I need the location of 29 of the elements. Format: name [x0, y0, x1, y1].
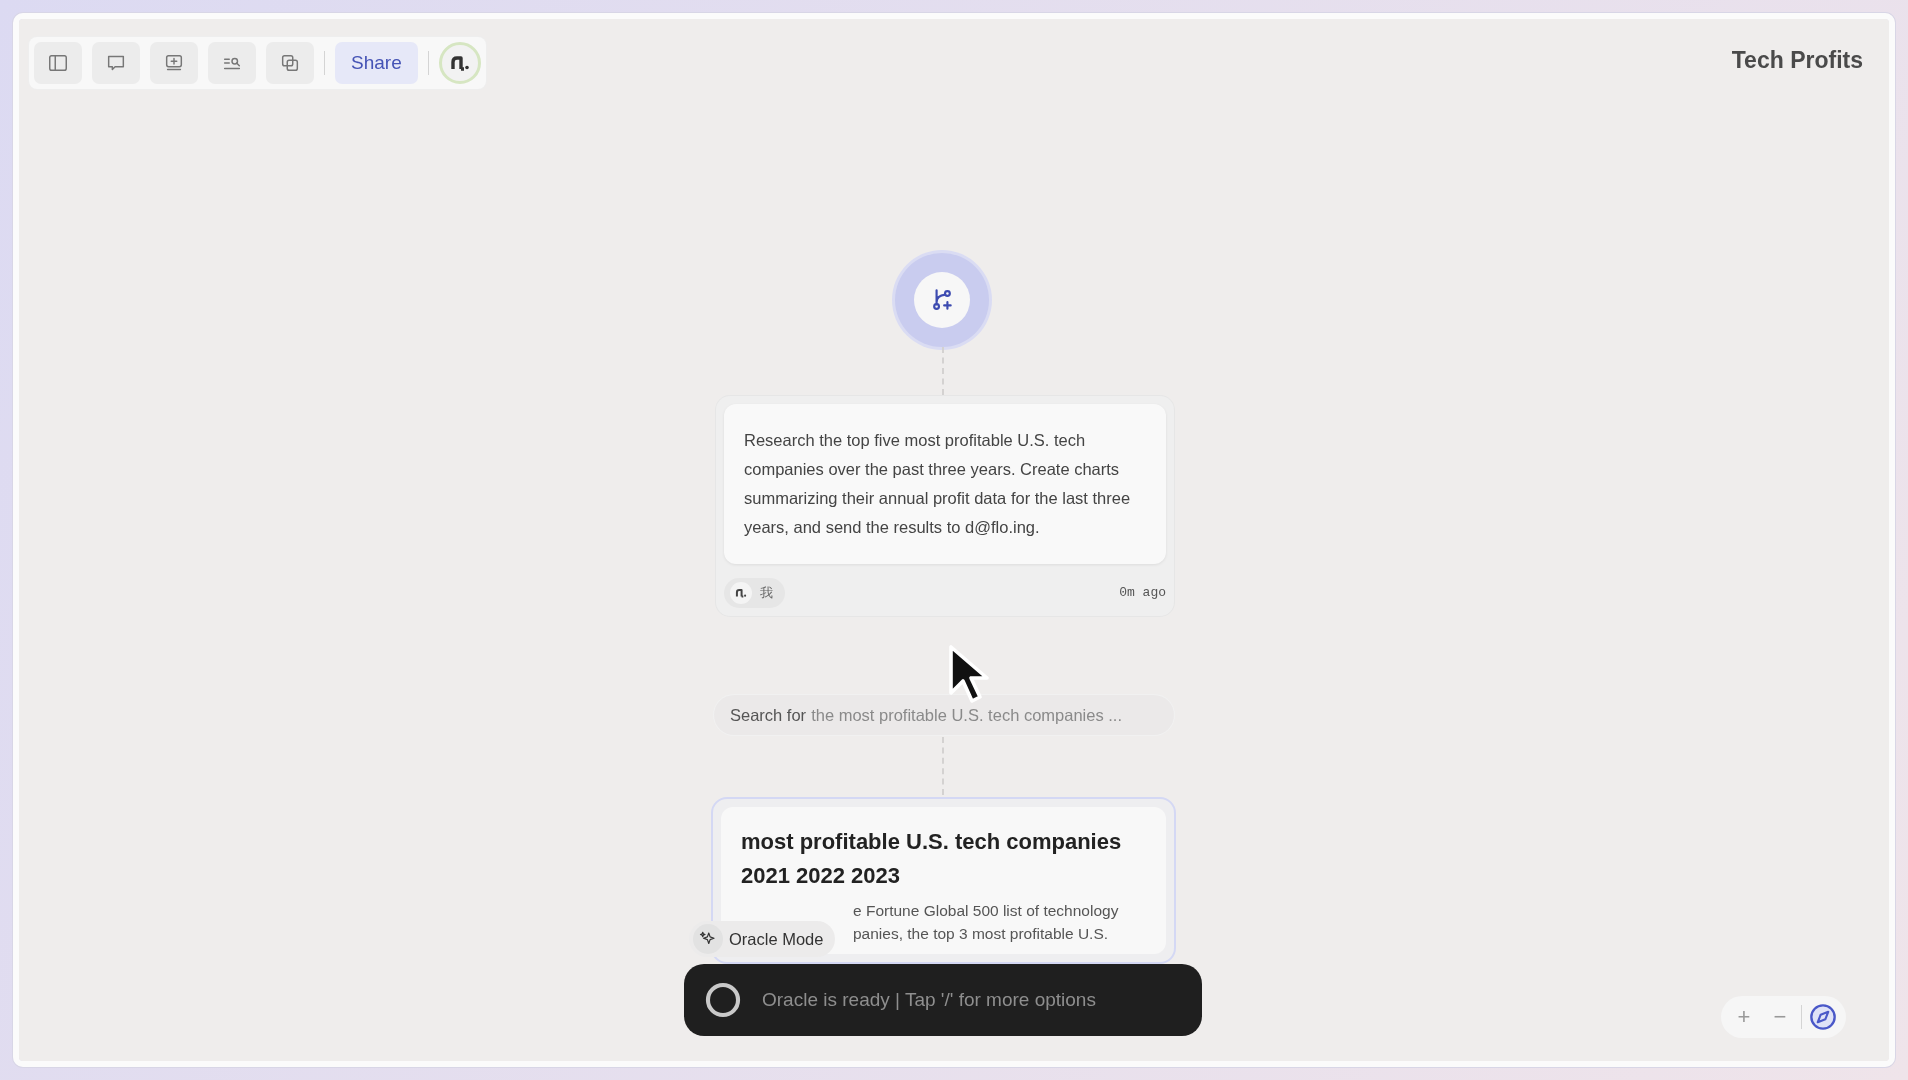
logo-icon [734, 586, 748, 600]
copy-icon [279, 52, 301, 74]
duplicate-button[interactable] [266, 42, 314, 84]
result-title: most profitable U.S. tech companies 2021 2022 2023 [741, 828, 1123, 890]
command-bar[interactable]: Oracle is ready | Tap '/' for more options [684, 964, 1202, 1036]
add-panel-button[interactable] [150, 42, 198, 84]
result-text: panies, the top 3 most profitable U.S. [853, 924, 1109, 944]
sidebar-toggle-button[interactable] [34, 42, 82, 84]
compass-icon [1809, 1003, 1837, 1031]
result-text: e Fortune Global 500 list of technology [853, 901, 1119, 921]
start-node[interactable] [895, 253, 989, 347]
search-label: Search for [730, 704, 807, 726]
avatar-button[interactable] [438, 42, 481, 84]
compass-button[interactable] [1808, 1003, 1838, 1031]
comment-button[interactable] [92, 42, 140, 84]
sidebar-icon [47, 52, 69, 74]
document-title: Tech Profits [1731, 46, 1863, 75]
search-list-button[interactable] [208, 42, 256, 84]
search-query: the most profitable U.S. tech companies ... [811, 704, 1123, 726]
search-step[interactable]: Search for the most profitable U.S. tech companies ... [714, 695, 1174, 735]
timestamp: 0m ago [1119, 584, 1166, 603]
author-chip[interactable]: 我 [724, 578, 785, 608]
prompt-card[interactable] [716, 396, 1174, 616]
author-name: 我 [760, 584, 773, 603]
mouse-pointer-icon [947, 643, 991, 705]
prompt-text: Research the top five most profitable U.S. tech companies over the past three years. Create charts summarizing their annual profit data for the last three years, and send the results to d@flo.ing. [724, 404, 1166, 564]
share-button[interactable]: Share [335, 42, 418, 84]
command-input[interactable]: Oracle is ready | Tap '/' for more options [760, 980, 1182, 1020]
loading-ring-icon [704, 981, 742, 1019]
